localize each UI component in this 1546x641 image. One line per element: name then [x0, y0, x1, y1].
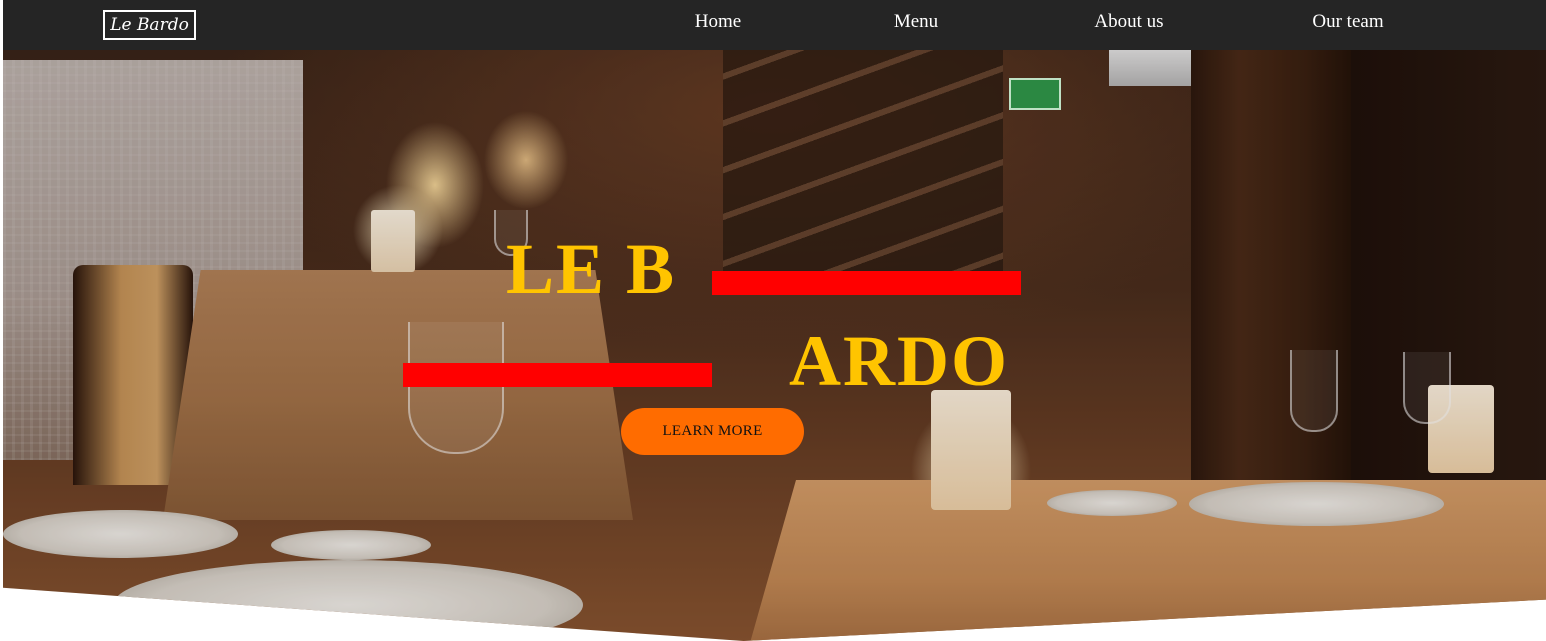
hero-title-line-2: ARDO: [789, 321, 1009, 401]
navbar: Le Bardo Home Menu About us Our team: [3, 0, 1546, 50]
accent-bar-top: [712, 271, 1021, 295]
nav-link-about-us[interactable]: About us: [1069, 10, 1189, 34]
accent-bar-bottom: [403, 363, 712, 387]
hero-title-line-1: LE B: [506, 229, 677, 309]
learn-more-button[interactable]: LEARN MORE: [621, 408, 804, 455]
logo[interactable]: Le Bardo: [103, 10, 196, 40]
hero-background-image: [3, 50, 1546, 641]
nav-link-menu[interactable]: Menu: [871, 10, 961, 34]
page: Le Bardo Home Menu About us Our team LE …: [0, 0, 1546, 641]
nav-link-our-team[interactable]: Our team: [1293, 10, 1403, 34]
image-overlay: [3, 50, 1546, 641]
nav-link-home[interactable]: Home: [673, 10, 763, 34]
